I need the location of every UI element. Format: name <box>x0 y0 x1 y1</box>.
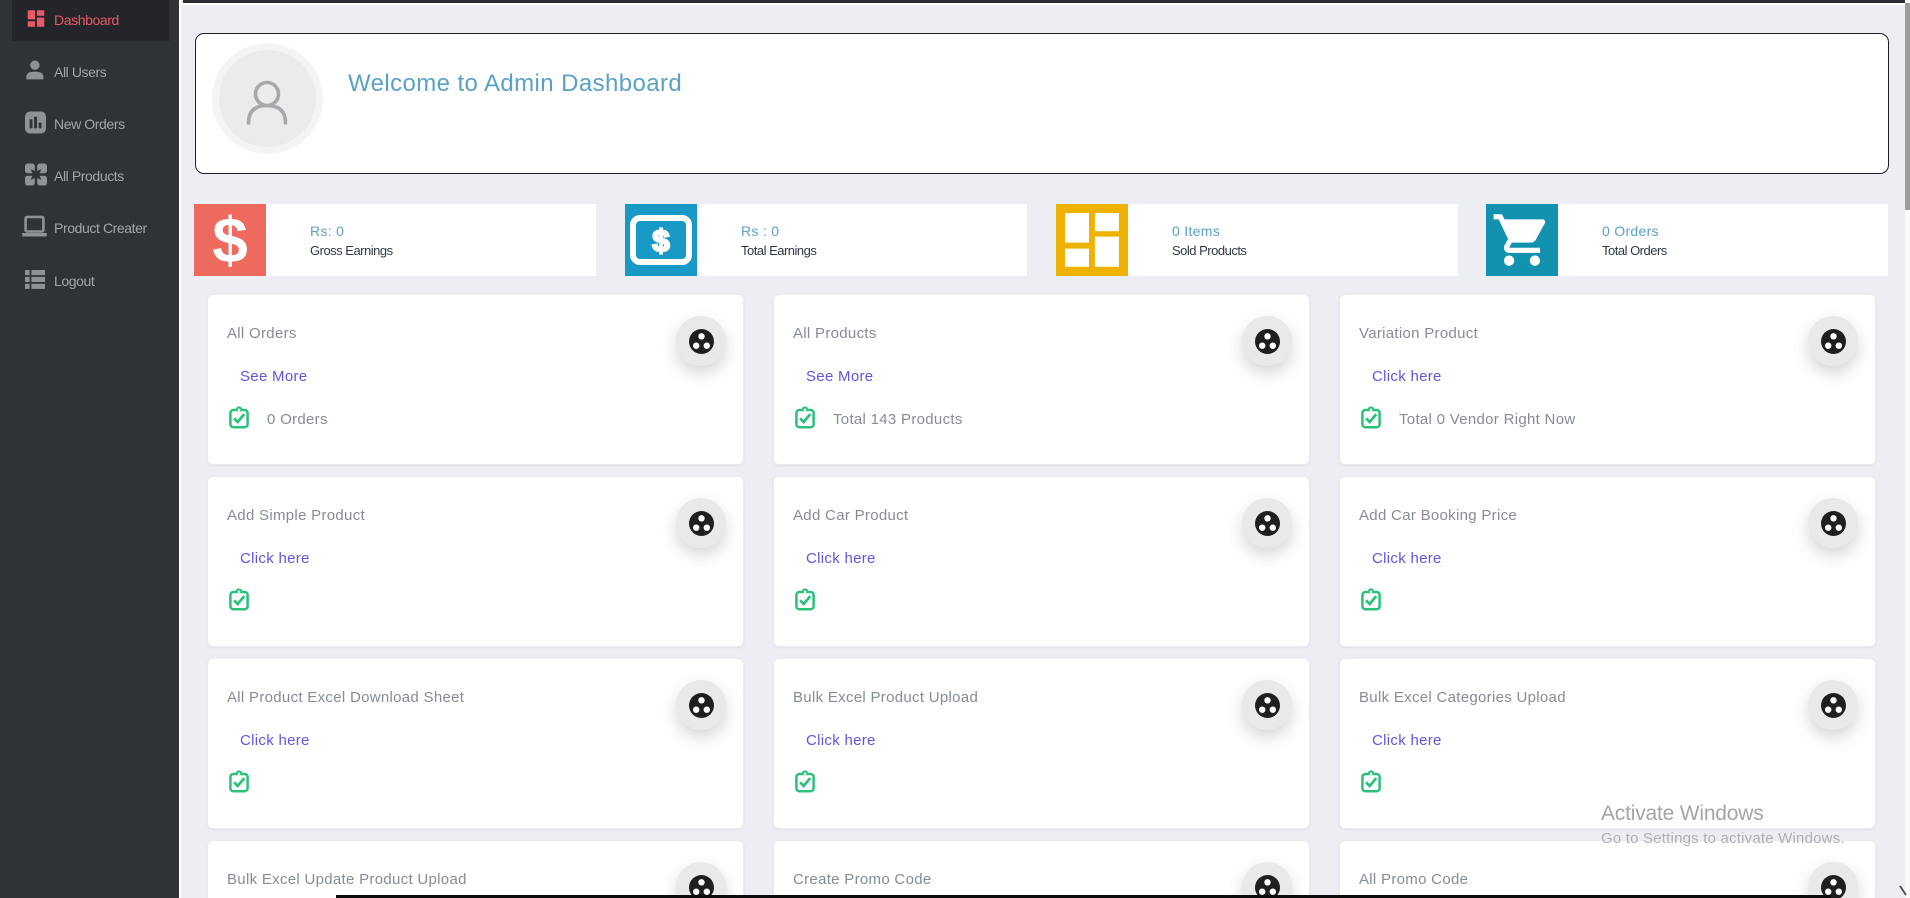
svg-text:$: $ <box>652 223 669 258</box>
